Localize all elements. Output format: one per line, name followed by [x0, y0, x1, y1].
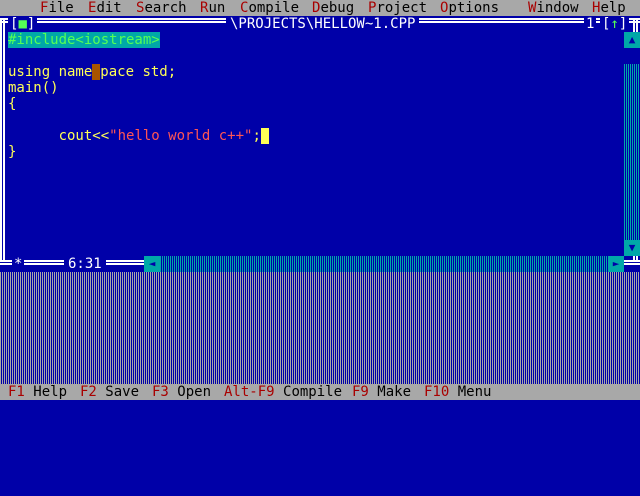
- menu-search[interactable]: Search: [136, 0, 187, 16]
- string-literal: "hello world c++": [109, 128, 253, 144]
- menu-bar: ≡ File Edit Search Run Compile Debug Pro…: [0, 0, 640, 32]
- function-key-bar: F1 Help F2 Save F3 Open Alt-F9 Compile F…: [0, 384, 640, 400]
- window-title: \PROJECTS\HELLOW~1.CPP: [226, 16, 420, 32]
- vertical-scroll-thumb[interactable]: [624, 48, 640, 64]
- menu-window[interactable]: Window: [528, 0, 579, 16]
- editor-window: [■] \PROJECTS\HELLOW~1.CPP 1 [↑] #includ…: [0, 16, 640, 272]
- vertical-scrollbar[interactable]: ▲ ▼: [624, 32, 640, 256]
- cursor-position: 6:31: [64, 256, 106, 272]
- code-line-3: using name pace std;: [8, 64, 177, 80]
- scroll-up-arrow-icon[interactable]: ▲: [624, 32, 640, 48]
- scroll-down-arrow-icon[interactable]: ▼: [624, 240, 640, 256]
- code-line-5: {: [8, 96, 17, 112]
- horizontal-scrollbar[interactable]: ◄ ►: [144, 256, 624, 272]
- menu-project[interactable]: Project: [368, 0, 427, 16]
- menu-help[interactable]: Help: [592, 0, 626, 16]
- fkey-menu[interactable]: F10 Menu: [424, 384, 491, 400]
- desktop-background: [0, 272, 640, 384]
- zoom-arrow-icon: ↑: [610, 16, 619, 32]
- menu-compile[interactable]: Compile: [240, 0, 299, 16]
- window-status-row: * 6:31 ◄ ►: [0, 256, 640, 272]
- modified-indicator: *: [12, 256, 25, 272]
- code-line-4: main(): [8, 80, 59, 96]
- scroll-right-arrow-icon[interactable]: ►: [608, 256, 624, 272]
- fkey-make[interactable]: F9 Make: [352, 384, 411, 400]
- scroll-left-arrow-icon[interactable]: ◄: [144, 256, 160, 272]
- code-line-6: cout<<"hello world c++";: [8, 128, 269, 144]
- fkey-compile[interactable]: Alt-F9 Compile: [224, 384, 342, 400]
- code-line-1: #include<iostream>: [8, 32, 160, 48]
- close-icon: ■: [18, 16, 27, 32]
- fkey-help[interactable]: F1 Help: [8, 384, 67, 400]
- code-editor[interactable]: #include<iostream> using name pace std; m…: [8, 32, 624, 256]
- menu-debug[interactable]: Debug: [312, 0, 354, 16]
- window-frame-left: [0, 20, 5, 262]
- close-window-button[interactable]: [■]: [8, 16, 38, 32]
- zoom-window-button[interactable]: [↑]: [600, 16, 630, 32]
- menu-file[interactable]: File: [40, 0, 74, 16]
- code-line-7: }: [8, 144, 17, 160]
- fkey-open[interactable]: F3 Open: [152, 384, 211, 400]
- fkey-save[interactable]: F2 Save: [80, 384, 139, 400]
- window-number: 1: [584, 16, 597, 32]
- insertion-caret: [260, 128, 269, 144]
- menu-run[interactable]: Run: [200, 0, 225, 16]
- preprocessor-directive: #include<iostream>: [8, 32, 160, 48]
- menu-options[interactable]: Options: [440, 0, 499, 16]
- menu-edit[interactable]: Edit: [88, 0, 122, 16]
